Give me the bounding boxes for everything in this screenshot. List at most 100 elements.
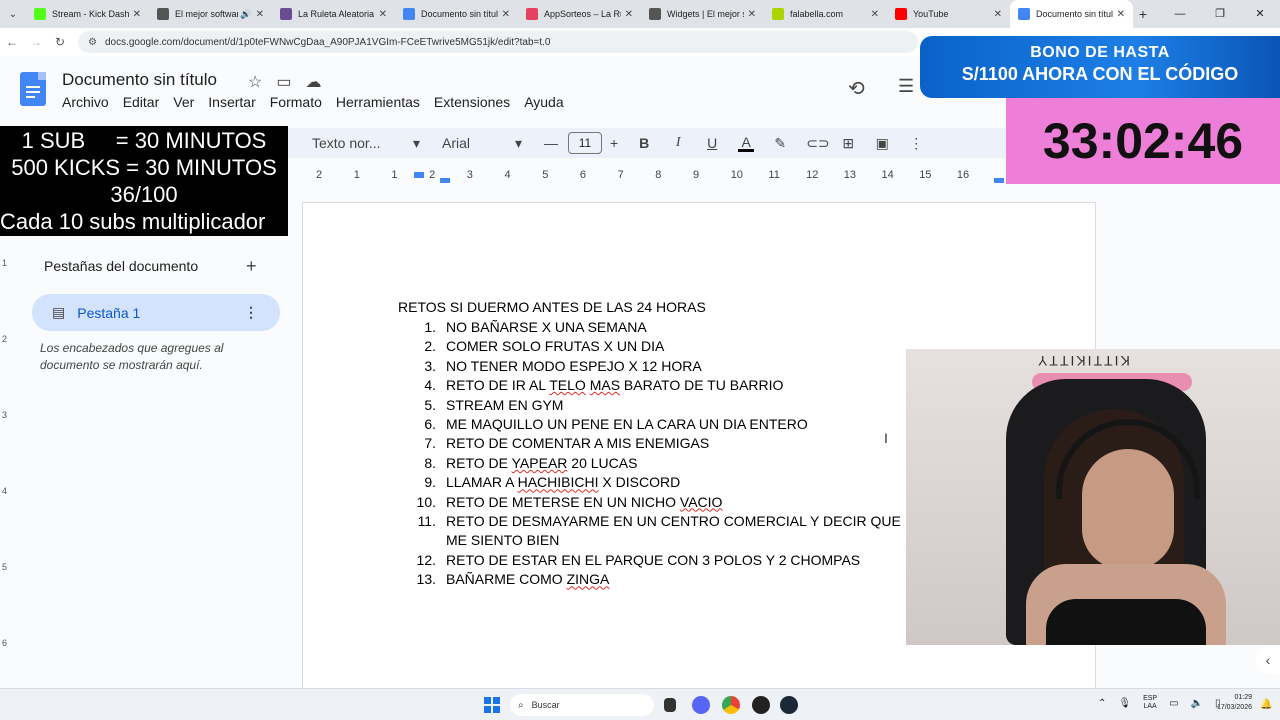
list-item[interactable]: 1. NO BAÑARSE X UNA SEMANA [398, 318, 918, 337]
move-folder-icon[interactable]: ▭ [276, 72, 291, 92]
notification-bell-icon[interactable]: 🔔 [1260, 699, 1272, 710]
more-options-icon[interactable]: ⋮ [908, 135, 924, 152]
cloud-status-icon[interactable]: ☁ [305, 72, 321, 92]
list-item[interactable]: 7. RETO DE COMENTAR A MIS ENEMIGAS [398, 434, 918, 453]
steam-icon[interactable] [780, 696, 798, 714]
menu-item-extensiones[interactable]: Extensiones [434, 94, 510, 110]
browser-tab[interactable]: YouTube ✕ [887, 0, 1010, 28]
bold-icon[interactable]: B [636, 135, 652, 151]
list-item[interactable]: 11. RETO DE DESMAYARME EN UN CENTRO COMER… [398, 512, 918, 551]
list-item[interactable]: 2. COMER SOLO FRUTAS X UN DIA [398, 337, 918, 356]
menu-item-archivo[interactable]: Archivo [62, 94, 109, 110]
close-window-button[interactable]: ✕ [1240, 0, 1280, 28]
microphone-icon[interactable]: 🎙 [1118, 698, 1131, 709]
browser-tab[interactable]: Documento sin título ✕ [395, 0, 518, 28]
taskbar-search[interactable]: ⌕ Buscar [510, 694, 654, 716]
list-item[interactable]: 6. ME MAQUILLO UN PENE EN LA CARA UN DIA … [398, 415, 918, 434]
obs-icon[interactable] [752, 696, 770, 714]
browser-tab[interactable]: Documento sin título ✕ [1010, 0, 1133, 28]
star-icon[interactable]: ☆ [248, 72, 262, 92]
tab-options-icon[interactable]: ⋮ [244, 304, 258, 321]
reload-button[interactable]: ↻ [48, 35, 72, 49]
first-line-indent-marker[interactable] [440, 178, 450, 183]
minimize-button[interactable]: — [1160, 0, 1200, 28]
list-item[interactable]: 10. RETO DE METERSE EN UN NICHO VACIO [398, 493, 918, 512]
browser-tab[interactable]: Stream - Kick Dashbo ✕ [26, 0, 149, 28]
doc-tab-1[interactable]: ▤ Pestaña 1 ⋮ [32, 294, 280, 331]
italic-icon[interactable]: I [670, 135, 686, 151]
list-item[interactable]: 13. BAÑARME COMO ZINGA [398, 570, 918, 589]
tab-label: falabella.com [790, 9, 844, 19]
comments-icon[interactable]: ☰ [898, 76, 914, 97]
windows-start-icon[interactable] [484, 697, 500, 713]
browser-tab[interactable]: La Ruleta Aleatoria ✕ [272, 0, 395, 28]
add-tab-button[interactable]: + [246, 256, 257, 277]
spellcheck-word[interactable]: TELO [549, 377, 586, 393]
tab-close-icon[interactable]: ✕ [502, 9, 510, 20]
version-history-icon[interactable]: ⟲ [848, 76, 865, 101]
volume-icon[interactable]: 🔈 [1191, 698, 1203, 709]
taskbar-search-placeholder: Buscar [531, 700, 560, 710]
new-tab-button[interactable]: + [1133, 6, 1153, 22]
menu-item-herramientas[interactable]: Herramientas [336, 94, 420, 110]
list-item[interactable]: 9. LLAMAR A HACHIBICHI X DISCORD [398, 473, 918, 492]
tab-close-icon[interactable]: ✕ [256, 9, 264, 20]
increase-font-size-button[interactable]: + [610, 135, 618, 151]
add-comment-icon[interactable]: ⊞ [840, 135, 856, 152]
spellcheck-word[interactable]: YAPEAR [512, 455, 568, 471]
language-indicator[interactable]: ESP LAA [1143, 695, 1157, 711]
paragraph-style-select[interactable]: Texto nor... ▾ [312, 135, 420, 152]
list-item[interactable]: 12. RETO DE ESTAR EN EL PARQUE CON 3 POLO… [398, 551, 918, 570]
forward-button[interactable]: → [24, 35, 48, 49]
tab-search-button[interactable]: ⌄ [0, 0, 26, 28]
highlight-icon[interactable]: ✎ [772, 135, 788, 152]
text-color-icon[interactable]: A [738, 135, 755, 152]
tray-chevron-icon[interactable]: ⌃ [1098, 698, 1106, 709]
chevron-left-icon[interactable]: ‹ [1256, 646, 1280, 674]
tab-close-icon[interactable]: ✕ [379, 9, 387, 20]
list-item[interactable]: 8. RETO DE YAPEAR 20 LUCAS [398, 454, 918, 473]
tab-close-icon[interactable]: ✕ [1117, 9, 1125, 20]
maximize-button[interactable]: ❐ [1200, 0, 1240, 28]
address-input[interactable]: ⚙ docs.google.com/document/d/1p0teFWNwCg… [78, 31, 918, 53]
back-button[interactable]: ← [0, 35, 24, 49]
site-info-icon[interactable]: ⚙ [88, 37, 97, 48]
document-title[interactable]: Documento sin título [62, 70, 217, 90]
decrease-font-size-button[interactable]: — [544, 135, 558, 151]
tab-close-icon[interactable]: ✕ [133, 9, 141, 20]
left-indent-marker[interactable] [414, 172, 424, 178]
browser-tab[interactable]: Widgets | El mejor so ✕ [641, 0, 764, 28]
task-view-icon[interactable] [664, 698, 676, 712]
chrome-icon[interactable] [722, 696, 740, 714]
tab-close-icon[interactable]: ✕ [871, 9, 879, 20]
browser-tab[interactable]: AppSorteos – La Rule ✕ [518, 0, 641, 28]
menu-item-formato[interactable]: Formato [270, 94, 322, 110]
spellcheck-word[interactable]: ZINGA [567, 571, 610, 587]
browser-tab[interactable]: El mejor software 🔊 ✕ [149, 0, 272, 28]
spellcheck-word[interactable]: HACHIBICHI [518, 474, 599, 490]
menu-item-insertar[interactable]: Insertar [208, 94, 255, 110]
spellcheck-word[interactable]: VACIO [680, 494, 723, 510]
list-item[interactable]: 4. RETO DE IR AL TELO MAS BARATO DE TU BA… [398, 376, 918, 395]
network-icon[interactable]: ▭ [1169, 698, 1178, 709]
underline-icon[interactable]: U [704, 135, 720, 151]
font-select[interactable]: Arial ▾ [442, 135, 522, 152]
tab-close-icon[interactable]: ✕ [748, 9, 756, 20]
clock[interactable]: 01:29 17/03/2026 [1206, 693, 1252, 713]
menu-item-ver[interactable]: Ver [173, 94, 194, 110]
menu-item-editar[interactable]: Editar [123, 94, 160, 110]
list-item[interactable]: 5. STREAM EN GYM [398, 396, 918, 415]
tab-audio-icon[interactable]: 🔊 [240, 9, 251, 20]
browser-tab[interactable]: falabella.com ✕ [764, 0, 887, 28]
font-size-input[interactable]: 11 [568, 132, 602, 154]
menu-item-ayuda[interactable]: Ayuda [524, 94, 563, 110]
discord-icon[interactable] [692, 696, 710, 714]
tab-close-icon[interactable]: ✕ [625, 9, 633, 20]
right-indent-marker[interactable] [994, 178, 1004, 183]
insert-image-icon[interactable]: ▣ [874, 135, 890, 152]
list-item[interactable]: 3. NO TENER MODO ESPEJO X 12 HORA [398, 357, 918, 376]
spellcheck-word[interactable]: MAS [590, 377, 620, 393]
tab-close-icon[interactable]: ✕ [994, 9, 1002, 20]
link-icon[interactable]: ⊂⊃ [806, 135, 829, 152]
docs-logo-icon[interactable] [20, 72, 46, 106]
